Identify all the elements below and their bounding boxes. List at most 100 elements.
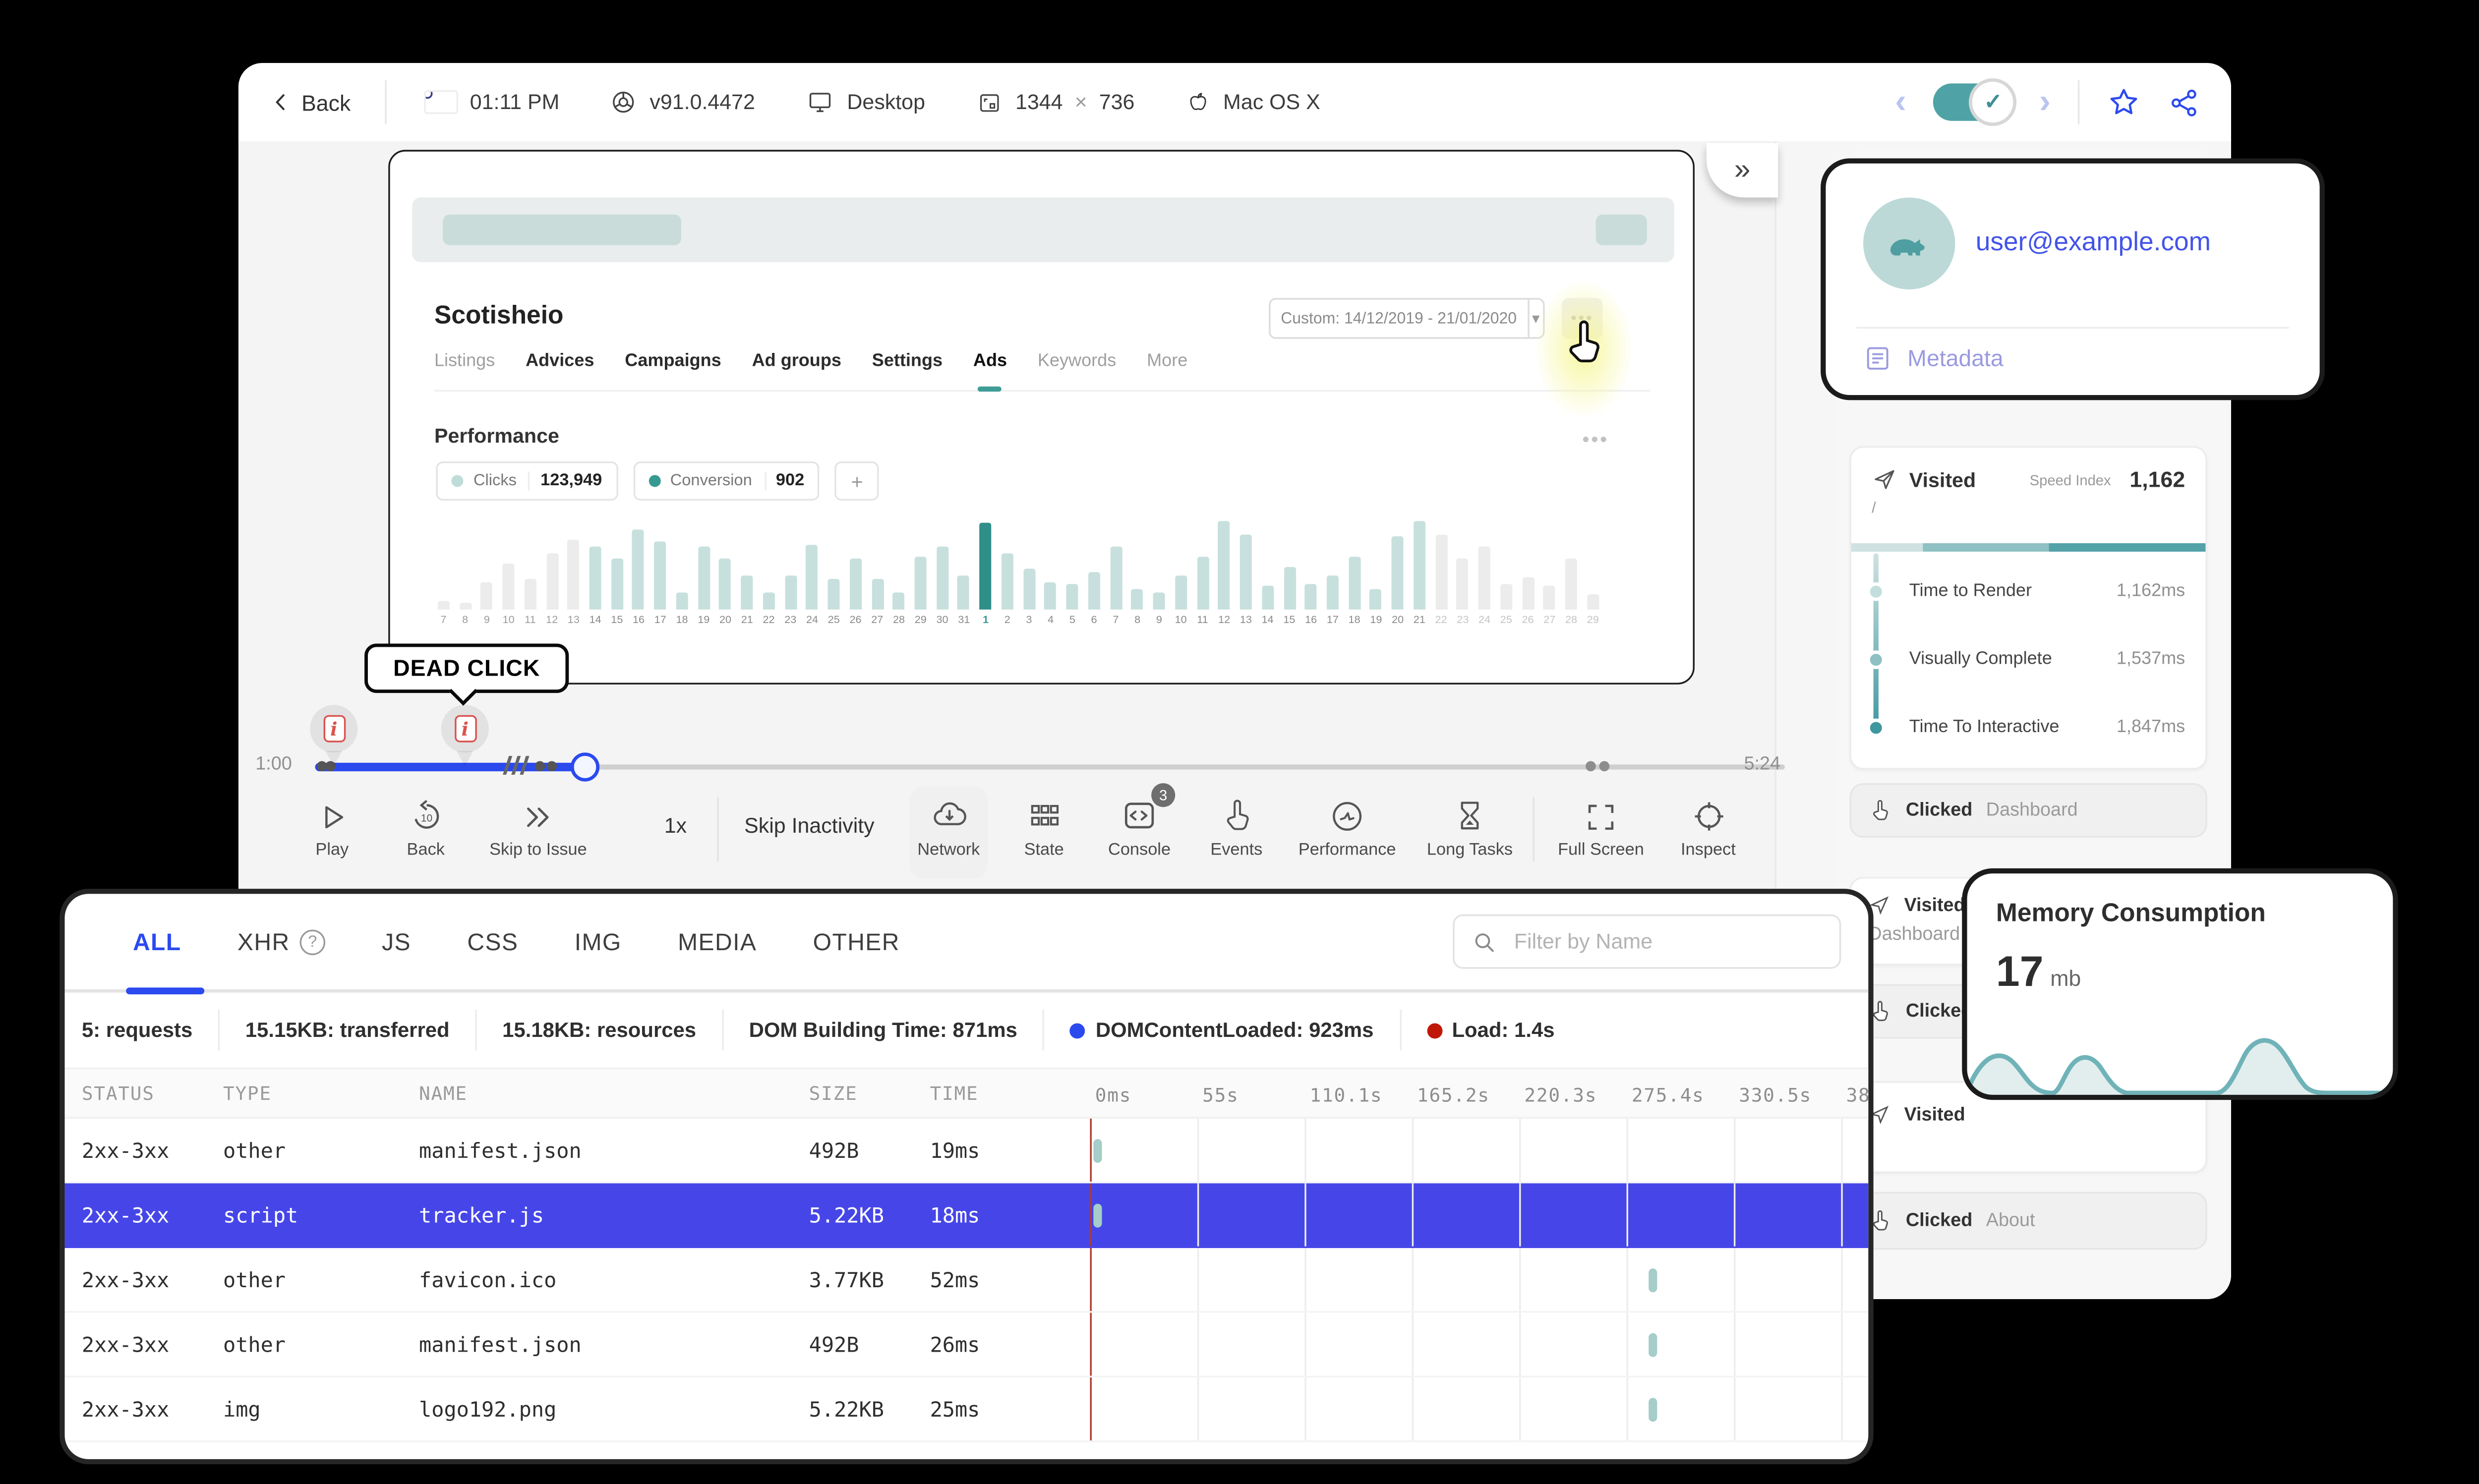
chart-bar-slot: 22 [1430, 514, 1452, 627]
network-stat: 15.15KB: transferred [218, 1010, 475, 1051]
request-timing-bar [1648, 1398, 1656, 1422]
filter-search-box[interactable] [1453, 914, 1841, 969]
timeline-tick-label: 330.5s [1739, 1084, 1812, 1107]
table-header: STATUS TYPE NAME SIZE TIME 0ms 55s 110.1s 165.2s… [64, 1067, 1869, 1119]
chart-bar [654, 541, 666, 610]
metadata-button[interactable]: Metadata [1863, 344, 2004, 373]
screen-resolution-icon [980, 93, 1000, 111]
cell-name: tracker.js [419, 1202, 544, 1227]
autoplay-toggle[interactable]: ✓ [1933, 78, 2017, 126]
network-tab-js[interactable]: JS [382, 928, 411, 955]
site-tab-listings[interactable]: Listings [434, 351, 495, 371]
event-row-clicked-about[interactable]: Clicked About [1849, 1192, 2207, 1250]
avatar [1863, 197, 1955, 289]
chart-bar [567, 539, 580, 610]
gauge-icon [1333, 802, 1362, 831]
tabs-divider [434, 390, 1651, 392]
issue-marker-icon[interactable]: i [441, 705, 489, 766]
event-row-clicked[interactable]: Clicked Dashboard [1849, 783, 2207, 838]
chart-bar-slot: 14 [585, 514, 606, 627]
rewind-10-icon: 10 [413, 799, 438, 829]
playhead[interactable] [570, 752, 600, 782]
filter-input[interactable] [1510, 928, 1823, 956]
grid-line [1197, 1118, 1199, 1182]
column-header-status: STATUS [81, 1082, 155, 1104]
visited-card-header: Visited Speed Index 1,162 [1851, 448, 2206, 492]
help-icon[interactable]: ? [300, 928, 326, 955]
performance-section-title: Performance [434, 424, 560, 448]
chart-bar [1565, 558, 1578, 610]
cell-status: 2xx-3xx [81, 1332, 170, 1357]
site-tab-settings[interactable]: Settings [872, 351, 943, 371]
chart-bar [480, 581, 493, 610]
chart-bar [1478, 546, 1491, 610]
user-card[interactable]: user@example.com Metadata [1821, 158, 2325, 400]
chart-bar-slot: 25 [1495, 514, 1517, 627]
network-table-row[interactable]: 2xx-3xx img logo192.png 5.22KB 25ms [64, 1377, 1869, 1442]
share-button[interactable] [2168, 86, 2200, 118]
chart-x-label: 21 [741, 615, 753, 627]
issue-marker-icon[interactable]: i [310, 705, 358, 766]
network-tab-img[interactable]: IMG [575, 928, 622, 955]
chart-bar-slot: 29 [1582, 514, 1604, 627]
site-tab-keywords[interactable]: Keywords [1038, 351, 1116, 371]
chart-bar-slot: 8 [454, 514, 476, 627]
grid-line [1733, 1183, 1736, 1247]
visited-event-card[interactable]: Visited Speed Index 1,162 / Time to Rend… [1849, 446, 2207, 770]
skip-inactivity-toggle[interactable]: Skip Inactivity [744, 814, 875, 838]
site-tab-ad-groups[interactable]: Ad groups [752, 351, 841, 371]
grid-line [1412, 1118, 1414, 1182]
site-tab-campaigns[interactable]: Campaigns [625, 351, 721, 371]
chart-bar-slot: 24 [801, 514, 823, 627]
timeline-tick-label: 55s [1202, 1084, 1239, 1107]
network-table-row[interactable]: 2xx-3xx other manifest.json 492B 19ms [64, 1118, 1869, 1184]
site-tab-ads[interactable]: Ads [973, 351, 1007, 392]
network-tab-all[interactable]: ALL [133, 928, 181, 955]
section-menu-icon[interactable]: ••• [1582, 427, 1609, 451]
date-range-select[interactable]: Custom: 14/12/2019 - 21/01/2020 ▾ [1269, 298, 1545, 339]
back-button[interactable]: Back [269, 89, 351, 115]
grid-line [1841, 1377, 1843, 1441]
fullscreen-icon [1588, 804, 1614, 830]
next-session-button[interactable]: › [2039, 85, 2051, 119]
inspect-button[interactable]: Inspect [1632, 794, 1785, 860]
session-time: 01:11 PM [470, 90, 560, 114]
prev-session-button[interactable]: ‹ [1895, 85, 1906, 119]
cell-type: img [223, 1397, 261, 1421]
chart-bar [763, 592, 775, 610]
network-tab-css[interactable]: CSS [467, 928, 518, 955]
site-tab-more[interactable]: More [1147, 351, 1187, 371]
chart-bar-slot: 19 [1365, 514, 1387, 627]
page-header-skeleton [412, 197, 1674, 263]
pointer-hand-icon [1226, 799, 1248, 830]
skip-to-issue-button[interactable]: Skip to Issue [462, 794, 615, 860]
network-tab-other[interactable]: OTHER [813, 928, 900, 955]
chart-x-label: 17 [654, 615, 666, 627]
metric-chips: Clicks 123,949 Conversion 902 + [436, 461, 880, 501]
chart-bar-slot: 2 [997, 514, 1018, 627]
conversion-metric-chip[interactable]: Conversion 902 [633, 461, 820, 501]
favorite-star-button[interactable] [2107, 85, 2141, 119]
add-metric-button[interactable]: + [835, 461, 880, 501]
timeline-tick-label: 220.3s [1524, 1084, 1597, 1107]
network-tab-media[interactable]: MEDIA [678, 928, 757, 955]
grid-line [1519, 1248, 1521, 1312]
grid-line [1626, 1248, 1628, 1312]
player-top-bar: Back 01:11 PM v91.0.4472 Desktop 1344 × … [238, 63, 2231, 142]
long-tasks-panel-button[interactable]: Long Tasks [1393, 794, 1546, 860]
clicks-metric-chip[interactable]: Clicks 123,949 [436, 461, 618, 501]
user-email: user@example.com [1975, 228, 2211, 257]
metric-row: Time to Render 1,162ms [1851, 580, 2206, 601]
network-table-row[interactable]: 2xx-3xx other favicon.ico 3.77KB 52ms [64, 1248, 1869, 1313]
site-tab-advices[interactable]: Advices [526, 351, 594, 371]
chart-bar-slot: 17 [1322, 514, 1344, 627]
network-tab-xhr[interactable]: XHR? [237, 928, 326, 955]
grid-line [1733, 1248, 1736, 1312]
chart-bar [892, 592, 905, 610]
network-table-row[interactable]: 2xx-3xx script tracker.js 5.22KB 18ms [64, 1183, 1869, 1248]
playback-speed-button[interactable]: 1x [664, 814, 687, 838]
load-phases-bar [1851, 543, 2206, 552]
network-table-row[interactable]: 2xx-3xx other manifest.json 492B 26ms [64, 1313, 1869, 1377]
cell-name: favicon.ico [419, 1267, 557, 1292]
chart-x-label: 12 [546, 615, 558, 627]
